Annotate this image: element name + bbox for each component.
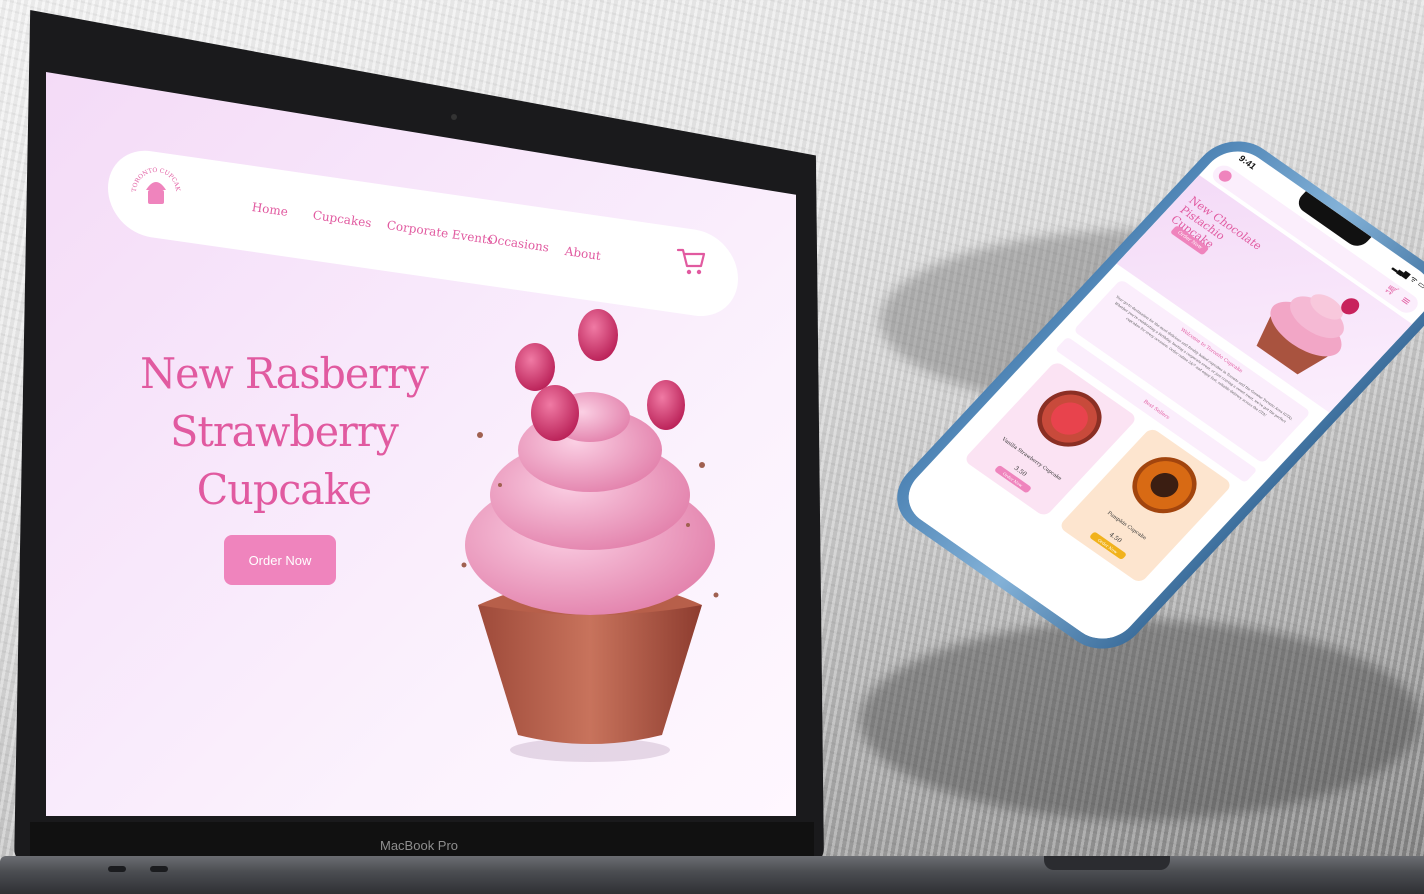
usb-port [108,866,126,872]
laptop-lid-notch [1044,856,1170,870]
cart-icon[interactable] [676,244,706,278]
background-stroke [860,620,1420,820]
toronto-cupcake-logo[interactable]: TORONTO CUPCAKE [128,160,184,216]
phone-logo-icon[interactable] [1216,168,1235,184]
usb-port [150,866,168,872]
laptop-camera [451,114,457,120]
phone-time: 9:41 [1236,153,1259,172]
laptop-model-label: MacBook Pro [380,838,459,853]
order-now-button[interactable]: Order Now [224,535,336,585]
product-image [1119,445,1210,525]
hero-title: New Rasberry Strawberry Cupcake [137,345,431,519]
hero-title-line1: New Rasberry [140,349,429,398]
phone-cart-icon[interactable]: 🛒︎ [1382,283,1400,298]
product-image [1024,379,1115,458]
raspberry-cupcake-image [461,309,719,762]
phone-menu-icon[interactable]: ≡ [1398,293,1415,308]
laptop-base [0,856,1424,894]
hero-title-line2: Strawberry Cupcake [170,407,399,514]
